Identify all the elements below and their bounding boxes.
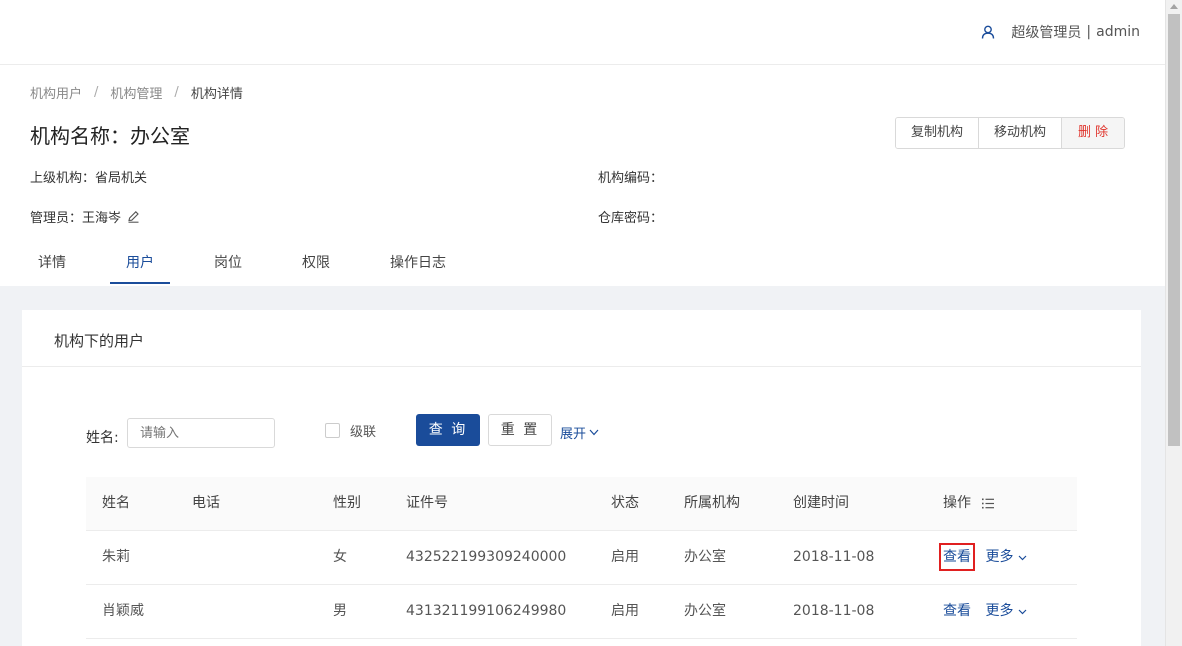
user-name: 超级管理员 bbox=[1011, 25, 1082, 41]
move-org-button[interactable]: 移动机构 bbox=[979, 118, 1063, 148]
table-header: 姓名 电话 性别 证件号 状态 所属机构 创建时间 操作 bbox=[86, 477, 1077, 531]
table-row: 朱莉 女 432522199309240000 启用 办公室 2018-11-0… bbox=[86, 531, 1077, 585]
row-actions: 查看 更多 bbox=[939, 531, 1027, 584]
checkbox-box[interactable] bbox=[325, 423, 340, 438]
column-header-id-no: 证件号 bbox=[406, 495, 448, 511]
user-menu[interactable]: 超级管理员 | admin bbox=[981, 22, 1140, 42]
column-header-org: 所属机构 bbox=[684, 495, 740, 511]
org-code-label: 机构编码： bbox=[598, 171, 664, 186]
cell-name: 朱莉 bbox=[102, 549, 130, 565]
parent-org-info: 上级机构： 省局机关 bbox=[30, 167, 147, 186]
warehouse-password-label: 仓库密码： bbox=[598, 211, 664, 226]
breadcrumb-separator: / bbox=[94, 85, 99, 100]
column-header-name: 姓名 bbox=[102, 495, 130, 511]
user-separator: | bbox=[1086, 24, 1092, 40]
expand-link[interactable]: 展开 bbox=[560, 423, 599, 442]
cell-org: 办公室 bbox=[684, 603, 726, 619]
org-code-info: 机构编码： bbox=[598, 167, 663, 186]
column-header-phone: 电话 bbox=[192, 495, 220, 511]
cell-created: 2018-11-08 bbox=[793, 603, 875, 619]
chevron-down-icon bbox=[589, 429, 599, 436]
tab-permissions[interactable]: 权限 bbox=[286, 255, 346, 283]
org-users-card: 机构下的用户 姓名: 级联 查 询 重 置 展开 姓名 电话 性别 证件号 状态… bbox=[22, 310, 1141, 646]
page-title: 机构名称：办公室 bbox=[30, 124, 190, 148]
table-row: 肖颖威 男 431321199106249980 启用 办公室 2018-11-… bbox=[86, 585, 1077, 639]
vertical-scrollbar[interactable] bbox=[1165, 0, 1182, 646]
column-header-status: 状态 bbox=[611, 495, 639, 511]
admin-label: 管理员： bbox=[30, 211, 83, 226]
scroll-up-arrow-icon[interactable] bbox=[1170, 4, 1178, 9]
breadcrumb-separator: / bbox=[174, 85, 179, 100]
tab-details[interactable]: 详情 bbox=[22, 255, 82, 283]
cell-status: 启用 bbox=[611, 549, 639, 565]
name-filter-label: 姓名: bbox=[86, 430, 119, 446]
user-icon bbox=[982, 25, 995, 39]
cell-org: 办公室 bbox=[684, 549, 726, 565]
admin-info: 管理员： 王海岑 bbox=[30, 207, 140, 226]
cascade-checkbox[interactable]: 级联 bbox=[325, 421, 376, 440]
cell-gender: 女 bbox=[333, 549, 347, 565]
card-title: 机构下的用户 bbox=[54, 332, 145, 350]
org-header: 机构用户 / 机构管理 / 机构详情 机构名称：办公室 复制机构 移动机构 删 … bbox=[0, 65, 1166, 285]
edit-icon[interactable] bbox=[127, 210, 140, 223]
chevron-down-icon bbox=[1019, 609, 1027, 614]
parent-org-value: 省局机关 bbox=[95, 171, 148, 186]
breadcrumb-item-current: 机构详情 bbox=[190, 87, 243, 102]
cell-created: 2018-11-08 bbox=[793, 549, 875, 565]
breadcrumb: 机构用户 / 机构管理 / 机构详情 bbox=[30, 83, 243, 102]
breadcrumb-item-org-users[interactable]: 机构用户 bbox=[30, 83, 82, 102]
action-button-group: 复制机构 移动机构 删 除 bbox=[895, 117, 1126, 149]
copy-org-button[interactable]: 复制机构 bbox=[896, 118, 980, 148]
expand-label: 展开 bbox=[560, 427, 587, 442]
cascade-label: 级联 bbox=[350, 425, 377, 440]
reset-button[interactable]: 重 置 bbox=[488, 414, 552, 446]
cell-gender: 男 bbox=[333, 603, 347, 619]
parent-org-label: 上级机构： bbox=[30, 171, 96, 186]
cell-id-no: 431321199106249980 bbox=[406, 603, 567, 619]
more-label: 更多 bbox=[985, 549, 1014, 565]
tab-operation-log[interactable]: 操作日志 bbox=[374, 255, 462, 283]
user-account: admin bbox=[1096, 24, 1140, 40]
scrollbar-thumb[interactable] bbox=[1168, 14, 1180, 446]
view-button[interactable]: 查看 bbox=[939, 543, 975, 571]
tab-bar: 详情 用户 岗位 权限 操作日志 bbox=[22, 255, 490, 285]
more-dropdown[interactable]: 更多 bbox=[985, 531, 1027, 584]
view-button[interactable]: 查看 bbox=[943, 603, 971, 619]
users-table: 姓名 电话 性别 证件号 状态 所属机构 创建时间 操作 朱莉 女 432522… bbox=[86, 477, 1077, 639]
cell-status: 启用 bbox=[611, 603, 639, 619]
chevron-down-icon bbox=[1019, 555, 1027, 560]
delete-org-button[interactable]: 删 除 bbox=[1062, 118, 1125, 148]
breadcrumb-item-org-manage[interactable]: 机构管理 bbox=[110, 83, 162, 102]
column-header-created: 创建时间 bbox=[793, 495, 849, 511]
name-filter-input[interactable] bbox=[127, 418, 275, 448]
warehouse-password-info: 仓库密码： bbox=[598, 207, 663, 226]
divider bbox=[22, 366, 1141, 367]
more-label: 更多 bbox=[985, 603, 1014, 619]
top-bar: 超级管理员 | admin bbox=[0, 0, 1166, 65]
column-header-actions: 操作 bbox=[943, 495, 971, 511]
tab-users[interactable]: 用户 bbox=[110, 255, 170, 284]
cell-id-no: 432522199309240000 bbox=[406, 549, 567, 565]
more-dropdown[interactable]: 更多 bbox=[985, 585, 1027, 638]
tab-positions[interactable]: 岗位 bbox=[198, 255, 258, 283]
column-settings-icon[interactable] bbox=[982, 498, 994, 509]
search-button[interactable]: 查 询 bbox=[416, 414, 480, 446]
row-actions: 查看 更多 bbox=[943, 585, 1027, 638]
cell-name: 肖颖威 bbox=[102, 603, 144, 619]
admin-value: 王海岑 bbox=[82, 211, 122, 226]
column-header-gender: 性别 bbox=[333, 495, 361, 511]
